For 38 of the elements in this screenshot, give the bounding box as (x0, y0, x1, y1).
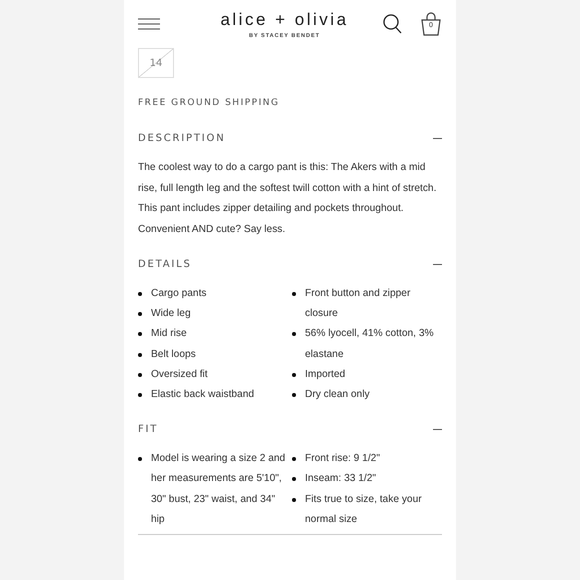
list-item: Wide leg (151, 307, 191, 322)
list-item: Belt loops (151, 348, 196, 362)
list-item: Cargo pants (151, 287, 206, 301)
bullet-icon (292, 457, 296, 462)
bullet-icon (138, 372, 142, 377)
bullet-icon (292, 477, 296, 482)
list-item: Model is wearing a size 2 and her measurements are 5'10", 30" bust, 23" waist, and 34" hip (151, 452, 286, 527)
bag-icon (420, 12, 442, 36)
bullet-icon (138, 352, 142, 357)
bullet-icon (292, 292, 296, 296)
list-item: Front rise: 9 1/2" (305, 452, 380, 466)
bullet-icon (138, 393, 142, 398)
bullet-icon (138, 312, 142, 316)
section-header[interactable]: DESCRIPTION (138, 118, 442, 158)
bullet-icon (138, 332, 142, 336)
bullet-icon (292, 498, 296, 502)
bullet-icon (292, 332, 296, 336)
size-option[interactable]: 14 (138, 48, 174, 78)
bullet-icon (292, 372, 296, 377)
list-item: Dry clean only (305, 388, 370, 402)
shipping-note: FREE GROUND SHIPPING (138, 98, 280, 108)
list-item: Inseam: 33 1/2" (305, 472, 376, 486)
section-header[interactable]: DETAILS (138, 244, 442, 284)
bullet-icon (138, 457, 142, 462)
list-item: Imported (305, 368, 346, 382)
section-header[interactable]: FIT (138, 409, 442, 450)
list-item: Oversized fit (151, 368, 208, 382)
description-text: The coolest way to do a cargo pant is this: The Akers with a mid rise, full length leg and the softest twill cotton with a hint of stretch. This pant includes zipper detailing and pockets throughout. Convenient AND cute? Say less. (138, 161, 438, 236)
brand-logo[interactable]: alice + olivia (220, 10, 349, 30)
bullet-icon (138, 292, 142, 296)
bullet-icon (292, 393, 296, 398)
menu-icon[interactable] (138, 18, 160, 30)
search-icon[interactable] (382, 14, 402, 34)
list-item: 56% lyocell, 41% cotton, 3% elastane (305, 327, 435, 362)
list-item: Mid rise (151, 327, 187, 342)
list-item: Front button and zipper closure (305, 287, 412, 322)
list-item: Elastic back waistband (151, 388, 254, 402)
list-item: Fits true to size, take your normal size (305, 492, 423, 527)
